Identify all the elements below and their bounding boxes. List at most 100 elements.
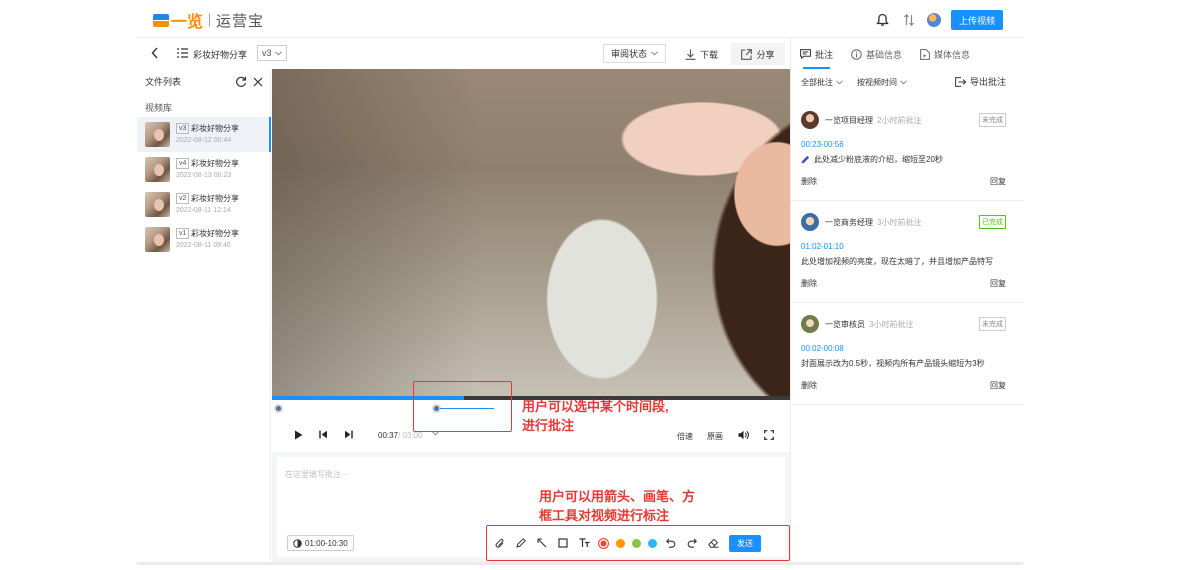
file-list: v3 彩妆好物分享 2022-08-12 00:44 v4 彩妆好物分享 202… bbox=[137, 117, 271, 257]
comment-item: 一览商务经理 3小时前批注 已完成 01:02-01:10 此处增加视频的亮度，现… bbox=[791, 201, 1024, 303]
file-name: 彩妆好物分享 bbox=[191, 194, 239, 203]
time-display: 00:37 / 03:00 bbox=[378, 431, 423, 440]
video-frame[interactable] bbox=[272, 69, 790, 396]
step-forward-icon[interactable] bbox=[344, 430, 353, 439]
tab-comments[interactable]: 批注 bbox=[791, 39, 842, 69]
comment-icon bbox=[800, 49, 811, 59]
tab-basic-info-label: 基础信息 bbox=[866, 49, 903, 60]
file-item[interactable]: v3 彩妆好物分享 2022-08-12 00:44 bbox=[137, 117, 271, 152]
filter-all-label: 全部批注 bbox=[801, 77, 833, 87]
comment-time: 2小时前批注 bbox=[877, 116, 922, 125]
file-name: 彩妆好物分享 bbox=[191, 159, 239, 168]
status-badge[interactable]: 已完成 bbox=[979, 215, 1006, 229]
bottom-divider bbox=[137, 562, 1023, 565]
filter-all-dropdown[interactable]: 全部批注 bbox=[801, 77, 843, 88]
avatar bbox=[801, 213, 819, 231]
range-callout-line2: 进行批注 bbox=[522, 418, 575, 433]
file-icon bbox=[920, 48, 930, 60]
range-callout-line1: 用户可以选中某个时间段, bbox=[522, 399, 669, 414]
file-version: v4 bbox=[176, 158, 190, 169]
comment-text: 此处增加视频的亮度，现在太暗了，并且增加产品特写 bbox=[801, 257, 993, 266]
comment-time: 3小时前批注 bbox=[877, 218, 922, 227]
file-version: v2 bbox=[176, 193, 190, 204]
pen-icon bbox=[801, 155, 810, 164]
transfer-icon[interactable] bbox=[901, 12, 917, 28]
file-list-title: 文件列表 bbox=[145, 77, 182, 87]
total-time: / 03:00 bbox=[398, 431, 423, 440]
fullscreen-icon[interactable] bbox=[764, 430, 774, 440]
comment-author: 一览商务经理 bbox=[825, 218, 873, 227]
play-icon[interactable] bbox=[294, 430, 303, 440]
delete-button[interactable]: 删除 bbox=[801, 176, 817, 187]
speed-button[interactable]: 倍速 bbox=[677, 431, 693, 442]
file-item[interactable]: v1 彩妆好物分享 2022-08-11 09:46 bbox=[137, 222, 271, 257]
back-arrow-icon[interactable] bbox=[151, 47, 159, 61]
tab-media-info[interactable]: 媒体信息 bbox=[911, 39, 979, 69]
info-icon bbox=[851, 48, 862, 60]
comment-item: 一览项目经理 2小时前批注 未完成 00:23-00:56 此处减少粉底液的介绍，… bbox=[791, 99, 1024, 201]
tab-basic-info[interactable]: 基础信息 bbox=[842, 39, 911, 69]
avatar bbox=[801, 111, 819, 129]
file-date: 2022-08-13 00:23 bbox=[176, 172, 232, 179]
close-icon[interactable] bbox=[253, 77, 263, 87]
range-start-handle[interactable] bbox=[274, 404, 283, 413]
app-header: 一览 运营宝 上传视频 bbox=[137, 0, 1023, 38]
status-badge[interactable]: 未完成 bbox=[979, 113, 1006, 127]
share-button[interactable]: 分享 bbox=[731, 43, 785, 65]
file-version: v1 bbox=[176, 228, 190, 239]
app-logo[interactable]: 一览 运营宝 bbox=[153, 11, 264, 31]
review-status-dropdown[interactable]: 审阅状态 bbox=[603, 44, 667, 63]
range-callout-text: 用户可以选中某个时间段, 进行批注 bbox=[522, 397, 669, 435]
export-label: 导出批注 bbox=[969, 77, 1006, 87]
comment-text: 封面展示改为0.5秒，视频内所有产品镜头缩短为3秒 bbox=[801, 359, 985, 368]
reply-button[interactable]: 回复 bbox=[990, 278, 1006, 289]
filter-time-label: 按视频时间 bbox=[857, 77, 897, 87]
comment-filters: 全部批注 按视频时间 导出批注 bbox=[791, 70, 1024, 94]
time-range-button[interactable]: 01:00-10:30 bbox=[287, 535, 354, 551]
refresh-icon[interactable] bbox=[235, 76, 247, 88]
comments-panel: 批注 基础信息 媒体信息 全部批注 按视频时间 导出批注 一览项目经理 2小时前批… bbox=[790, 39, 1024, 562]
comment-time-range[interactable]: 00:23-00:56 bbox=[801, 140, 844, 149]
bell-icon[interactable] bbox=[875, 12, 891, 28]
clock-icon bbox=[293, 538, 302, 548]
share-label: 分享 bbox=[756, 49, 775, 60]
file-date: 2022-08-11 09:46 bbox=[176, 242, 231, 249]
tab-media-info-label: 媒体信息 bbox=[934, 49, 971, 60]
list-icon[interactable] bbox=[177, 48, 188, 60]
filter-time-dropdown[interactable]: 按视频时间 bbox=[857, 77, 907, 88]
step-back-icon[interactable] bbox=[319, 430, 328, 439]
file-item[interactable]: v4 彩妆好物分享 2022-08-13 00:23 bbox=[137, 152, 271, 187]
video-title: 彩妆好物分享 bbox=[193, 50, 248, 60]
download-icon bbox=[685, 49, 696, 60]
file-date: 2022-08-12 00:44 bbox=[176, 137, 232, 144]
download-button[interactable]: 下载 bbox=[685, 48, 718, 61]
reply-button[interactable]: 回复 bbox=[990, 380, 1006, 391]
video-thumbnail bbox=[145, 192, 170, 217]
delete-button[interactable]: 删除 bbox=[801, 278, 817, 289]
range-callout-box bbox=[413, 381, 512, 432]
version-select[interactable]: v3 bbox=[257, 45, 287, 61]
annotation-placeholder: 在这里填写批注··· bbox=[285, 470, 349, 479]
user-avatar[interactable] bbox=[926, 13, 941, 27]
comment-author: 一览审核员 bbox=[825, 320, 865, 329]
quality-button[interactable]: 原画 bbox=[707, 431, 723, 442]
current-time: 00:37 bbox=[378, 431, 399, 440]
delete-button[interactable]: 删除 bbox=[801, 380, 817, 391]
status-badge[interactable]: 未完成 bbox=[979, 317, 1006, 331]
comment-text: 此处减少粉底液的介绍，缩短至20秒 bbox=[814, 155, 943, 164]
panel-tabs: 批注 基础信息 媒体信息 bbox=[791, 39, 1024, 69]
review-status-label: 审阅状态 bbox=[611, 49, 648, 59]
file-item[interactable]: v2 彩妆好物分享 2022-08-11 12:14 bbox=[137, 187, 271, 222]
version-value: v3 bbox=[262, 48, 272, 58]
logo-text: 一览 bbox=[171, 14, 204, 31]
comment-time-range[interactable]: 01:02-01:10 bbox=[801, 242, 844, 251]
tools-callout-line1: 用户可以用箭头、画笔、方 bbox=[539, 489, 696, 504]
volume-icon[interactable] bbox=[738, 430, 749, 440]
upload-video-button[interactable]: 上传视频 bbox=[950, 10, 1003, 30]
comment-time-range[interactable]: 00:02-00:08 bbox=[801, 344, 844, 353]
reply-button[interactable]: 回复 bbox=[990, 176, 1006, 187]
video-toolbar: 彩妆好物分享 v3 审阅状态 下载 分享 bbox=[137, 39, 790, 69]
video-thumbnail bbox=[145, 227, 170, 252]
tab-comments-label: 批注 bbox=[815, 49, 834, 60]
export-comments-button[interactable]: 导出批注 bbox=[955, 75, 1006, 88]
